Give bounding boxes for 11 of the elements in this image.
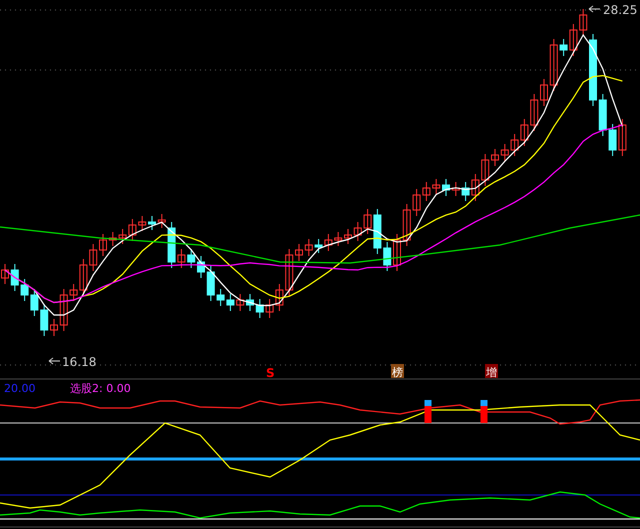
- signal-bar: [424, 400, 432, 423]
- high-price-label: 28.25: [603, 3, 638, 17]
- arrow-icon: [48, 358, 60, 364]
- signal-tag: 增: [485, 364, 498, 379]
- arrow-icon: [588, 6, 600, 12]
- stock-pick-value: 选股2: 0.00: [70, 382, 131, 395]
- signal-bar: [480, 400, 488, 423]
- signal-tag: 榜: [391, 364, 404, 379]
- low-price-label: 16.18: [62, 355, 96, 369]
- indicator-value: 20.00: [4, 382, 36, 395]
- signal-letter: S: [266, 366, 275, 380]
